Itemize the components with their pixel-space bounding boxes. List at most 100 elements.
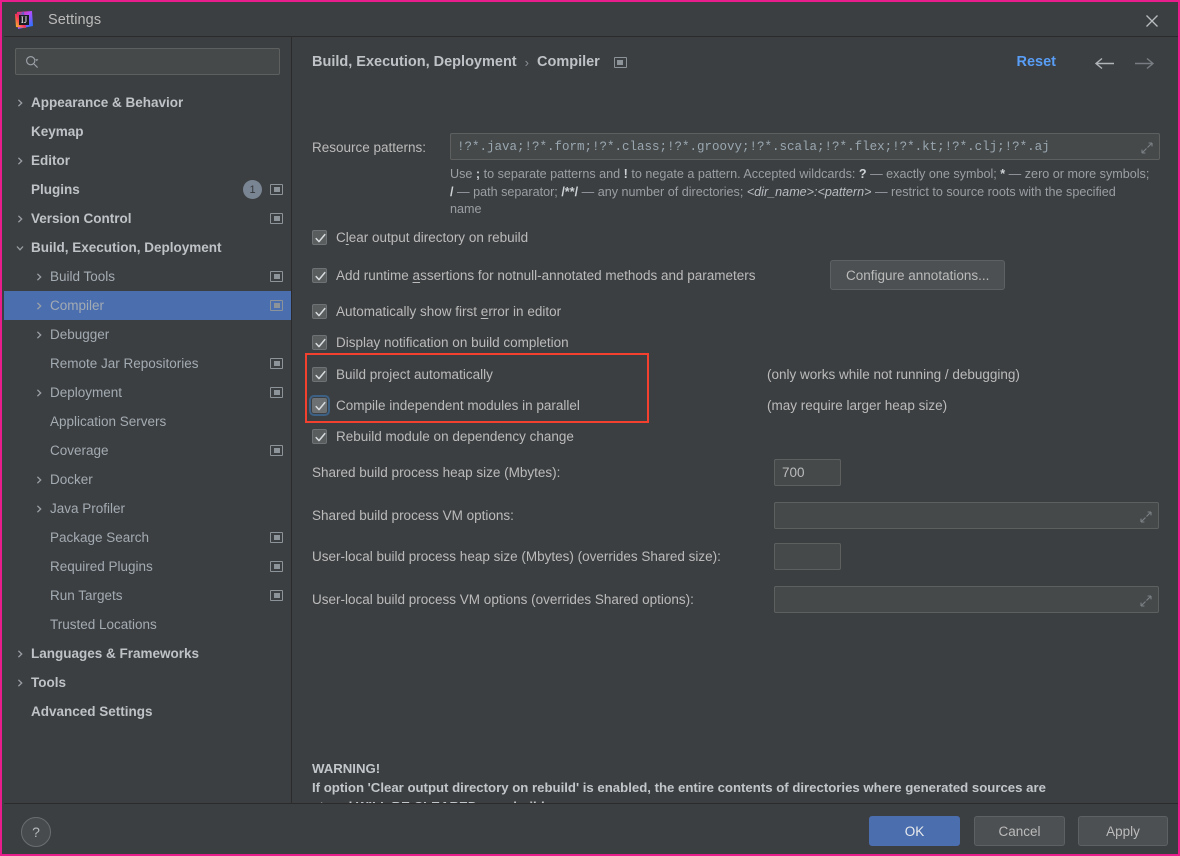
sidebar-item-label: Build, Execution, Deployment xyxy=(31,240,222,255)
sidebar-item-label: Languages & Frameworks xyxy=(31,646,200,661)
resource-patterns-label: Resource patterns: xyxy=(312,140,427,155)
checkbox-clear-output-directory-on-rebuild[interactable]: Clear output directory on rebuild xyxy=(312,230,528,245)
checkbox-compile-independent-modules-in-parallel[interactable]: Compile independent modules in parallel xyxy=(309,395,580,416)
sidebar-item-tools[interactable]: Tools xyxy=(4,668,291,697)
sidebar-item-label: Remote Jar Repositories xyxy=(50,356,199,371)
chevron-right-icon[interactable] xyxy=(13,98,26,108)
expand-icon[interactable] xyxy=(1140,594,1152,607)
sidebar-item-label: Deployment xyxy=(50,385,123,400)
sidebar-item-run-targets[interactable]: Run Targets xyxy=(4,581,291,610)
chevron-right-icon[interactable] xyxy=(32,301,45,311)
cancel-button[interactable]: Cancel xyxy=(974,816,1065,846)
search-box[interactable] xyxy=(15,48,280,75)
chevron-right-icon[interactable] xyxy=(13,156,26,166)
chevron-down-icon[interactable] xyxy=(13,243,26,253)
warning-text: WARNING! If option 'Clear output directo… xyxy=(312,759,1157,803)
sidebar-item-advanced-settings[interactable]: Advanced Settings xyxy=(4,697,291,726)
reset-button[interactable]: Reset xyxy=(1017,54,1057,70)
project-scope-icon xyxy=(270,213,283,224)
sidebar-item-trusted-locations[interactable]: Trusted Locations xyxy=(4,610,291,639)
sidebar-item-java-profiler[interactable]: Java Profiler xyxy=(4,494,291,523)
expand-icon[interactable] xyxy=(1140,510,1152,523)
checkbox-box[interactable] xyxy=(312,304,327,319)
search-input[interactable] xyxy=(44,54,279,69)
jetbrains-intellij-logo-icon: IJ xyxy=(14,10,34,30)
field-input-3[interactable] xyxy=(774,586,1159,613)
project-scope-icon xyxy=(270,590,283,601)
apply-button[interactable]: Apply xyxy=(1078,816,1168,846)
resource-patterns-field[interactable]: !?*.java;!?*.form;!?*.class;!?*.groovy;!… xyxy=(450,133,1160,160)
sidebar-item-docker[interactable]: Docker xyxy=(4,465,291,494)
sidebar-item-label: Java Profiler xyxy=(50,501,126,516)
sidebar-item-label: Debugger xyxy=(50,327,110,342)
project-scope-icon xyxy=(270,184,283,195)
sidebar-item-build-tools[interactable]: Build Tools xyxy=(4,262,291,291)
checkbox-box[interactable] xyxy=(312,268,327,283)
title-bar: IJ Settings xyxy=(4,4,1178,37)
checkbox-box[interactable] xyxy=(312,367,327,382)
chevron-right-icon[interactable] xyxy=(32,504,45,514)
sidebar-item-coverage[interactable]: Coverage xyxy=(4,436,291,465)
field-input-2[interactable] xyxy=(774,543,841,570)
sidebar-item-debugger[interactable]: Debugger xyxy=(4,320,291,349)
checkbox-label: Compile independent modules in parallel xyxy=(336,398,580,413)
configure-annotations-button[interactable]: Configure annotations... xyxy=(830,260,1006,290)
apply-button-label: Apply xyxy=(1106,823,1140,839)
chevron-right-icon[interactable] xyxy=(32,475,45,485)
sidebar-item-build-execution-deployment[interactable]: Build, Execution, Deployment xyxy=(4,233,291,262)
checkbox-display-notification-on-build-completion[interactable]: Display notification on build completion xyxy=(312,335,569,350)
expand-icon[interactable] xyxy=(1141,141,1153,154)
sidebar-item-remote-jar-repositories[interactable]: Remote Jar Repositories xyxy=(4,349,291,378)
sidebar-item-required-plugins[interactable]: Required Plugins xyxy=(4,552,291,581)
checkbox-box[interactable] xyxy=(309,395,330,416)
chevron-right-icon[interactable] xyxy=(32,388,45,398)
checkbox-box[interactable] xyxy=(312,230,327,245)
sidebar-item-editor[interactable]: Editor xyxy=(4,146,291,175)
chevron-right-icon[interactable] xyxy=(13,214,26,224)
sidebar-item-languages-frameworks[interactable]: Languages & Frameworks xyxy=(4,639,291,668)
help-button[interactable]: ? xyxy=(21,817,51,847)
arrow-left-icon[interactable] xyxy=(1092,53,1118,73)
project-scope-icon xyxy=(613,56,627,68)
chevron-right-icon[interactable] xyxy=(13,649,26,659)
sidebar-item-compiler[interactable]: Compiler xyxy=(4,291,291,320)
breadcrumb-leaf: Compiler xyxy=(536,54,600,70)
sidebar-item-version-control[interactable]: Version Control xyxy=(4,204,291,233)
project-scope-icon xyxy=(270,387,283,398)
checkbox-box[interactable] xyxy=(312,429,327,444)
breadcrumb-root[interactable]: Build, Execution, Deployment xyxy=(312,54,517,70)
compiler-settings-panel: Build, Execution, Deployment › Compiler … xyxy=(293,37,1178,803)
field-input-0[interactable]: 700 xyxy=(774,459,841,486)
chevron-right-icon[interactable] xyxy=(32,272,45,282)
sidebar-item-label: Build Tools xyxy=(50,269,116,284)
sidebar-item-application-servers[interactable]: Application Servers xyxy=(4,407,291,436)
checkbox-rebuild-module-on-dependency-change[interactable]: Rebuild module on dependency change xyxy=(312,429,574,444)
project-scope-icon xyxy=(270,300,283,311)
sidebar-item-package-search[interactable]: Package Search xyxy=(4,523,291,552)
sidebar-item-label: Trusted Locations xyxy=(50,617,157,632)
sidebar-item-label: Coverage xyxy=(50,443,109,458)
field-input-1[interactable] xyxy=(774,502,1159,529)
sidebar-item-label: Package Search xyxy=(50,530,150,545)
checkbox-build-project-automatically[interactable]: Build project automatically xyxy=(312,367,493,382)
chevron-right-icon[interactable] xyxy=(32,330,45,340)
field-label-1: Shared build process VM options: xyxy=(312,508,514,523)
sidebar-item-plugins[interactable]: Plugins 1 xyxy=(4,175,291,204)
sidebar-item-label: Keymap xyxy=(31,124,84,139)
resource-patterns-hint: Use ; to separate patterns and ! to nega… xyxy=(450,167,1150,216)
checkbox-add-runtime-assertions-for-notnull-annotated-methods-and-parameters[interactable]: Add runtime assertions for notnull-annot… xyxy=(312,268,756,283)
window-title: Settings xyxy=(48,12,102,28)
checkbox-automatically-show-first-error-in-editor[interactable]: Automatically show first error in editor xyxy=(312,304,561,319)
sidebar-item-deployment[interactable]: Deployment xyxy=(4,378,291,407)
sidebar-item-label: Tools xyxy=(31,675,66,690)
project-scope-icon xyxy=(270,271,283,282)
chevron-right-icon[interactable] xyxy=(13,678,26,688)
sidebar-item-label: Required Plugins xyxy=(50,559,153,574)
close-icon[interactable] xyxy=(1134,7,1170,34)
checkbox-box[interactable] xyxy=(312,335,327,350)
sidebar-item-keymap[interactable]: Keymap xyxy=(4,117,291,146)
ok-button[interactable]: OK xyxy=(869,816,960,846)
checkbox-label: Clear output directory on rebuild xyxy=(336,230,529,245)
arrow-right-icon[interactable] xyxy=(1131,53,1157,73)
sidebar-item-appearance-behavior[interactable]: Appearance & Behavior xyxy=(4,88,291,117)
